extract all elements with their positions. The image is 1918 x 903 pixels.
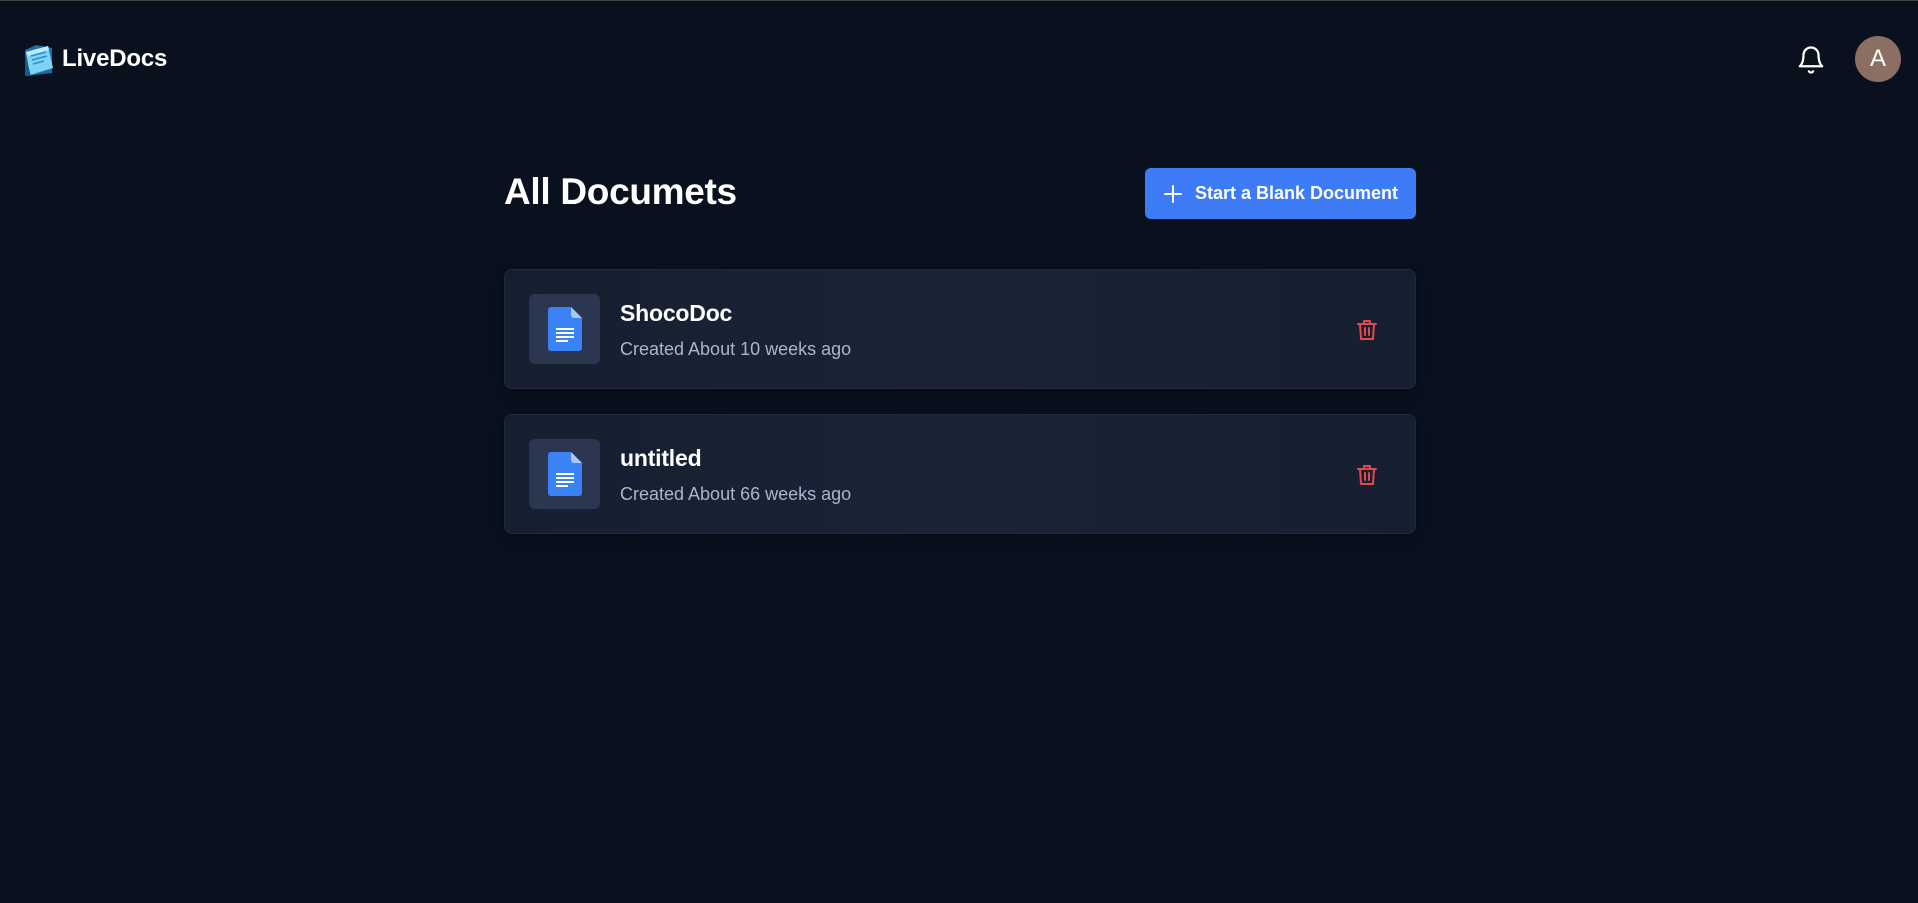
bell-icon [1798, 46, 1824, 74]
app-name: LiveDocs [62, 45, 168, 72]
delete-document-button[interactable] [1355, 317, 1379, 343]
app-logo[interactable]: LiveDocs [22, 39, 167, 79]
app-header: LiveDocs A [0, 1, 1918, 117]
document-name[interactable]: untitled [620, 445, 702, 472]
folder-logo-icon [25, 45, 53, 76]
document-item[interactable]: ShocoDoc Created About 10 weeks ago [504, 269, 1416, 389]
document-list: ShocoDoc Created About 10 weeks ago unti… [504, 269, 1416, 534]
document-item[interactable]: untitled Created About 66 weeks ago [504, 414, 1416, 534]
document-icon [547, 452, 582, 496]
documents-section: All Documets Start a Blank Document Shoc… [504, 168, 1416, 534]
delete-document-button[interactable] [1355, 462, 1379, 488]
plus-icon [1163, 184, 1182, 203]
document-thumbnail [529, 439, 600, 509]
trash-icon [1357, 320, 1377, 340]
document-name[interactable]: ShocoDoc [620, 300, 732, 327]
document-thumbnail [529, 294, 600, 364]
trash-icon [1357, 465, 1377, 485]
document-created: Created About 66 weeks ago [620, 484, 852, 504]
start-blank-document-button[interactable]: Start a Blank Document [1145, 168, 1416, 219]
page-title: All Documets [504, 171, 737, 212]
document-created: Created About 10 weeks ago [620, 339, 852, 359]
user-avatar[interactable]: A [1855, 36, 1901, 82]
title-row: All Documets Start a Blank Document [504, 168, 1416, 220]
start-blank-document-label: Start a Blank Document [1194, 183, 1399, 203]
document-icon [547, 307, 582, 351]
notifications-button[interactable] [1794, 43, 1828, 77]
